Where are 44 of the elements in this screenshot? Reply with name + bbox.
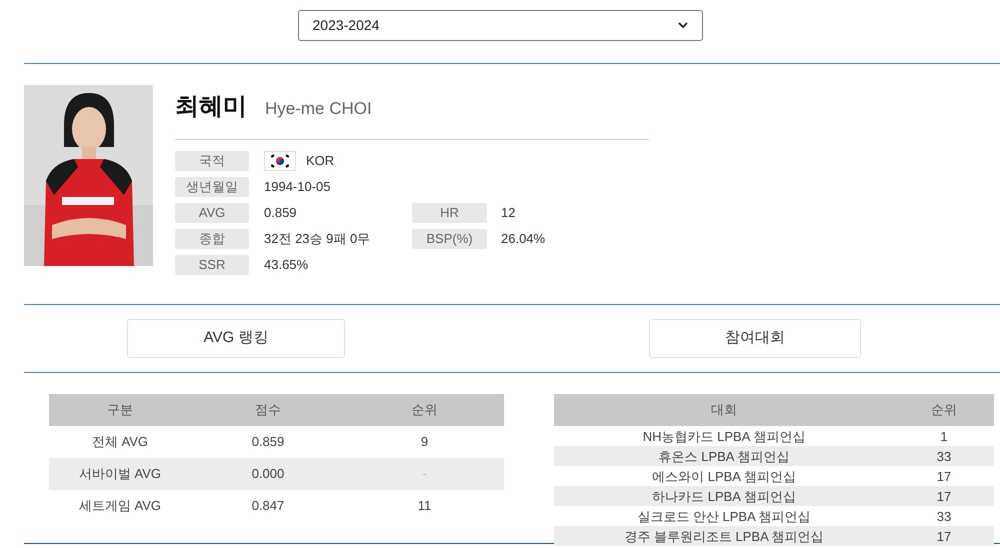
avg-ranking-button[interactable]: AVG 랭킹 [127, 319, 345, 358]
table-cell: - [345, 458, 504, 490]
table-cell: 17 [894, 526, 994, 546]
column-header: 대회 [554, 394, 894, 426]
table-cell: 9 [345, 426, 504, 458]
tournaments-button[interactable]: 참여대회 [649, 319, 861, 358]
table-cell: 0.000 [191, 458, 345, 490]
column-header: 구분 [49, 394, 191, 426]
table-cell: 17 [894, 466, 994, 486]
info-label: AVG [175, 203, 249, 223]
info-label: 생년월일 [175, 177, 249, 197]
table-cell: NH농협카드 LPBA 챔피언십 [554, 426, 894, 446]
table-cell: 33 [894, 506, 994, 526]
info-value: 12 [500, 204, 516, 222]
info-value: KOR [306, 152, 334, 170]
table-cell: 휴온스 LPBA 챔피언십 [554, 446, 894, 466]
column-header: 순위 [894, 394, 994, 426]
info-value: 32전 23승 9패 0무 [264, 230, 370, 248]
season-dropdown[interactable]: 2023-2024 [298, 10, 702, 41]
chevron-down-icon [678, 22, 688, 29]
player-name: 최혜미 [175, 92, 247, 122]
column-header: 순위 [345, 394, 504, 426]
table-cell: 실크로드 안산 LPBA 챔피언십 [554, 506, 894, 526]
info-label: SSR [175, 255, 249, 275]
info-value: 1994-10-05 [264, 178, 330, 196]
table-cell: 하나카드 LPBA 챔피언십 [554, 486, 894, 506]
info-value: 26.04% [500, 230, 546, 248]
table-cell: 에스와이 LPBA 챔피언십 [554, 466, 894, 486]
player-english-name: Hye-me CHOI [265, 98, 372, 120]
info-label: 국적 [175, 151, 249, 171]
table-cell: 1 [894, 426, 994, 446]
info-value: 0.859 [264, 204, 297, 222]
table-cell: 전체 AVG [49, 426, 191, 458]
table-cell: 0.859 [191, 426, 345, 458]
table-cell: 경주 블루원리조트 LPBA 챔피언십 [554, 526, 894, 546]
column-header: 점수 [191, 394, 345, 426]
table-cell: 33 [894, 446, 994, 466]
table-cell: 서바이벌 AVG [49, 458, 191, 490]
table-cell: 17 [894, 486, 994, 506]
info-value: 43.65% [264, 256, 308, 274]
info-label: 종합 [175, 229, 249, 249]
info-label: BSP(%) [412, 229, 487, 249]
info-label: HR [412, 203, 487, 223]
korea-flag-icon [264, 151, 296, 171]
